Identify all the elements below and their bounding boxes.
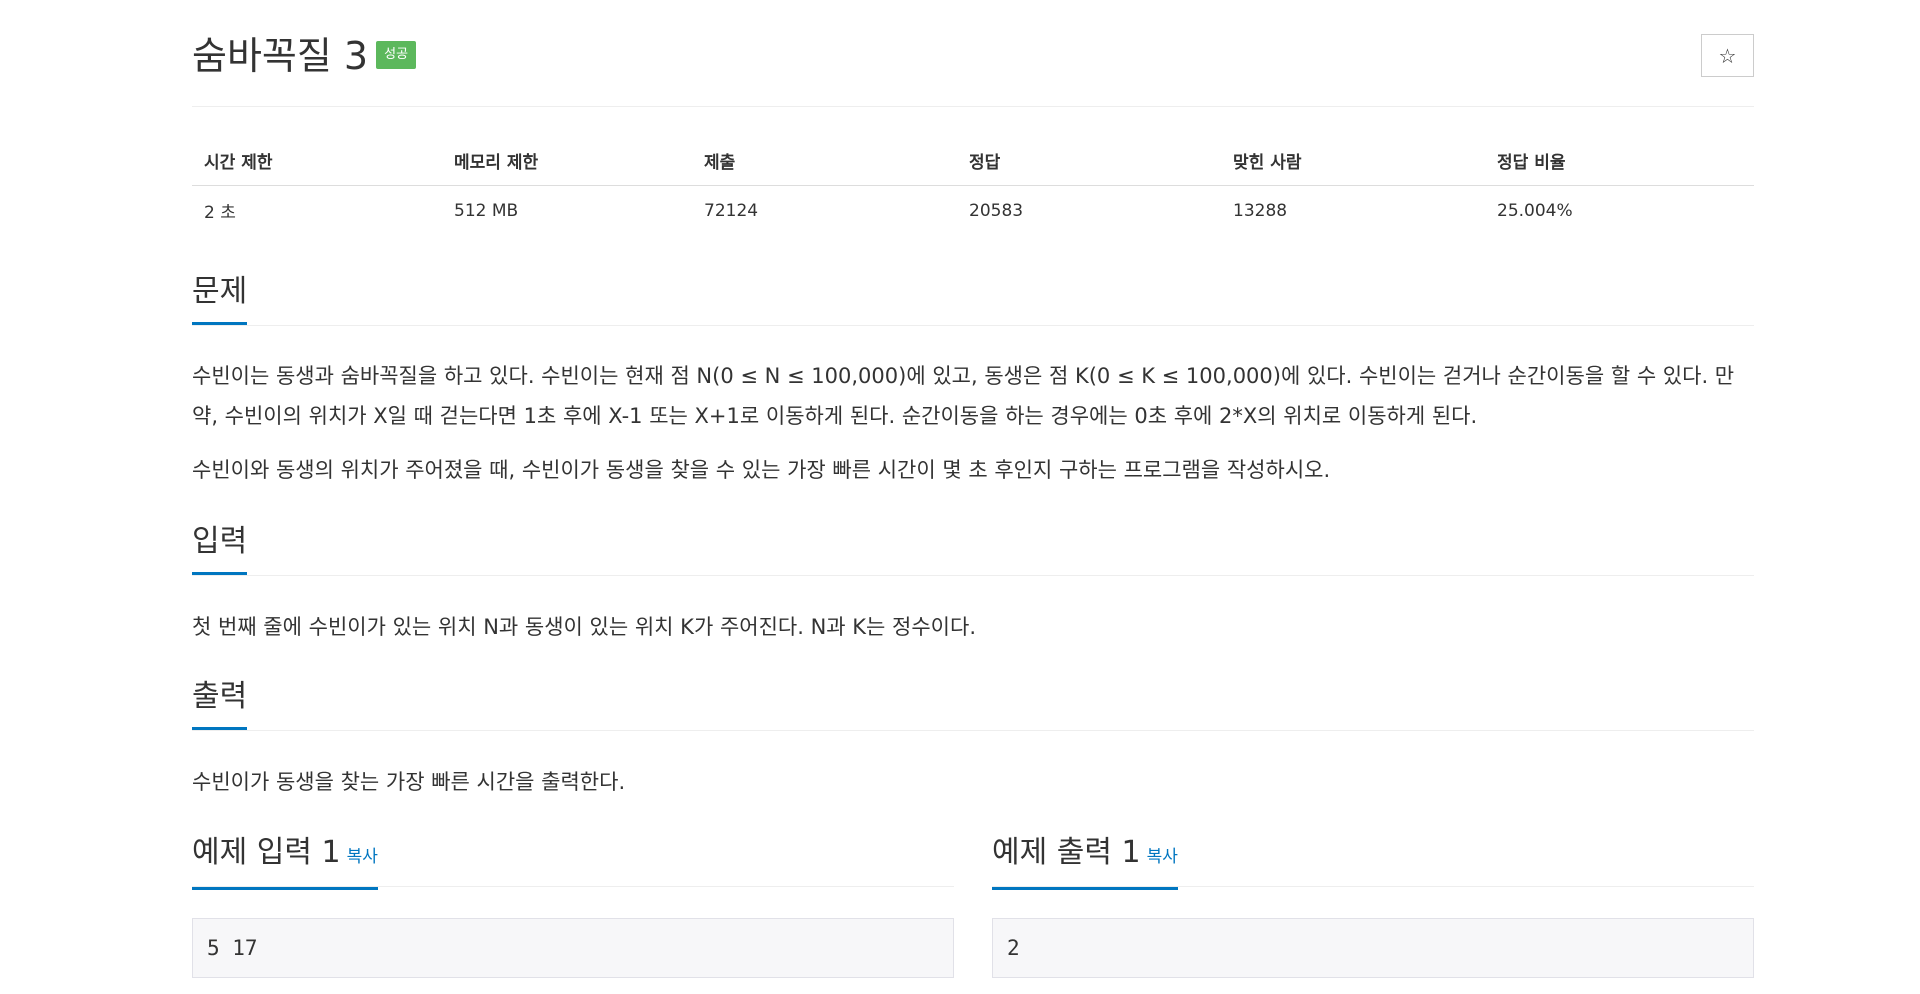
sample-input-box[interactable]: 5 17	[192, 918, 954, 978]
sample-input-heading: 예제 입력 1 복사	[192, 831, 954, 890]
title-row: 숨바꼭질 3 성공 ☆	[192, 0, 1754, 107]
page-title: 숨바꼭질 3 성공	[192, 30, 417, 82]
sample-input-title: 예제 입력 1	[192, 835, 341, 870]
description-heading-text: 문제	[192, 270, 248, 325]
problem-info-table: 시간 제한 메모리 제한 제출 정답 맞힌 사람 정답 비율 2 초 512 M…	[192, 136, 1754, 235]
value-accepted: 20583	[969, 200, 1024, 221]
info-header-row: 시간 제한 메모리 제한 제출 정답 맞힌 사람 정답 비율	[192, 136, 1754, 186]
sample-input-heading-text: 예제 입력 1 복사	[192, 831, 378, 890]
output-heading-text: 출력	[192, 675, 248, 730]
sample-output-heading: 예제 출력 1 복사	[992, 831, 1754, 890]
sample-output-title: 예제 출력 1	[992, 835, 1141, 870]
header-accept-ratio: 정답 비율	[1485, 136, 1754, 186]
header-memory-limit: 메모리 제한	[442, 136, 692, 186]
page: 숨바꼭질 3 성공 ☆ 시간 제한 메모리 제한 제출 정답 맞힌 사람 정답 비…	[0, 0, 1920, 994]
header-solved-users: 맞힌 사람	[1221, 136, 1485, 186]
description-heading: 문제	[192, 270, 1754, 326]
value-submissions: 72124	[704, 200, 759, 221]
description-body: 수빈이는 동생과 숨바꼭질을 하고 있다. 수빈이는 현재 점 N(0 ≤ N …	[192, 356, 1754, 504]
header-time-limit: 시간 제한	[192, 136, 442, 186]
input-body: 첫 번째 줄에 수빈이가 있는 위치 N과 동생이 있는 위치 K가 주어진다.…	[192, 607, 1754, 661]
description-paragraph: 수빈이는 동생과 숨바꼭질을 하고 있다. 수빈이는 현재 점 N(0 ≤ N …	[192, 364, 1735, 428]
sample-output-box[interactable]: 2	[992, 918, 1754, 978]
problem-container: 숨바꼭질 3 성공 ☆ 시간 제한 메모리 제한 제출 정답 맞힌 사람 정답 비…	[192, 0, 1754, 978]
copy-sample-output-link[interactable]: 복사	[1147, 847, 1178, 867]
value-time-limit: 2 초	[204, 203, 236, 223]
star-icon: ☆	[1718, 43, 1737, 68]
copy-sample-input-link[interactable]: 복사	[347, 847, 378, 867]
problem-title: 숨바꼭질 3	[192, 34, 369, 78]
value-memory-limit: 512 MB	[454, 200, 519, 221]
output-body: 수빈이가 동생을 찾는 가장 빠른 시간을 출력한다.	[192, 762, 1754, 816]
value-solved-users: 13288	[1233, 200, 1288, 221]
header-accepted: 정답	[957, 136, 1221, 186]
input-description: 첫 번째 줄에 수빈이가 있는 위치 N과 동생이 있는 위치 K가 주어진다.…	[192, 615, 977, 639]
output-description: 수빈이가 동생을 찾는 가장 빠른 시간을 출력한다.	[192, 770, 626, 794]
star-button[interactable]: ☆	[1701, 34, 1754, 77]
description-paragraph: 수빈이와 동생의 위치가 주어졌을 때, 수빈이가 동생을 찾을 수 있는 가장…	[192, 458, 1331, 482]
value-accept-ratio: 25.004%	[1497, 200, 1573, 221]
header-submissions: 제출	[692, 136, 957, 186]
status-badge: 성공	[376, 40, 417, 69]
output-heading: 출력	[192, 675, 1754, 731]
input-heading-text: 입력	[192, 520, 248, 575]
input-heading: 입력	[192, 520, 1754, 576]
sample-output-heading-text: 예제 출력 1 복사	[992, 831, 1178, 890]
info-value-row: 2 초 512 MB 72124 20583 13288 25.004%	[192, 186, 1754, 236]
